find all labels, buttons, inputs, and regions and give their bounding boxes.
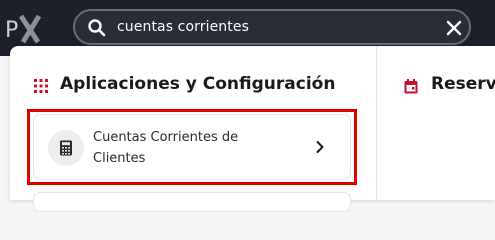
close-icon[interactable] [445,19,463,37]
search-input[interactable]: cuentas corrientes [117,19,249,35]
section-title-apps: Aplicaciones y Configuración [60,74,336,94]
calendar-icon [404,79,418,94]
highlight-box [27,109,357,185]
search-icon [88,19,106,37]
search-box[interactable]: cuentas corrientes [73,9,471,45]
column-divider [376,46,377,200]
apps-grid-icon [34,79,48,93]
section-title-reservas: Reservas [431,74,495,94]
svg-text:P: P [5,18,18,43]
px-logo-icon[interactable]: P [2,8,46,46]
result-item-next[interactable] [33,192,351,212]
